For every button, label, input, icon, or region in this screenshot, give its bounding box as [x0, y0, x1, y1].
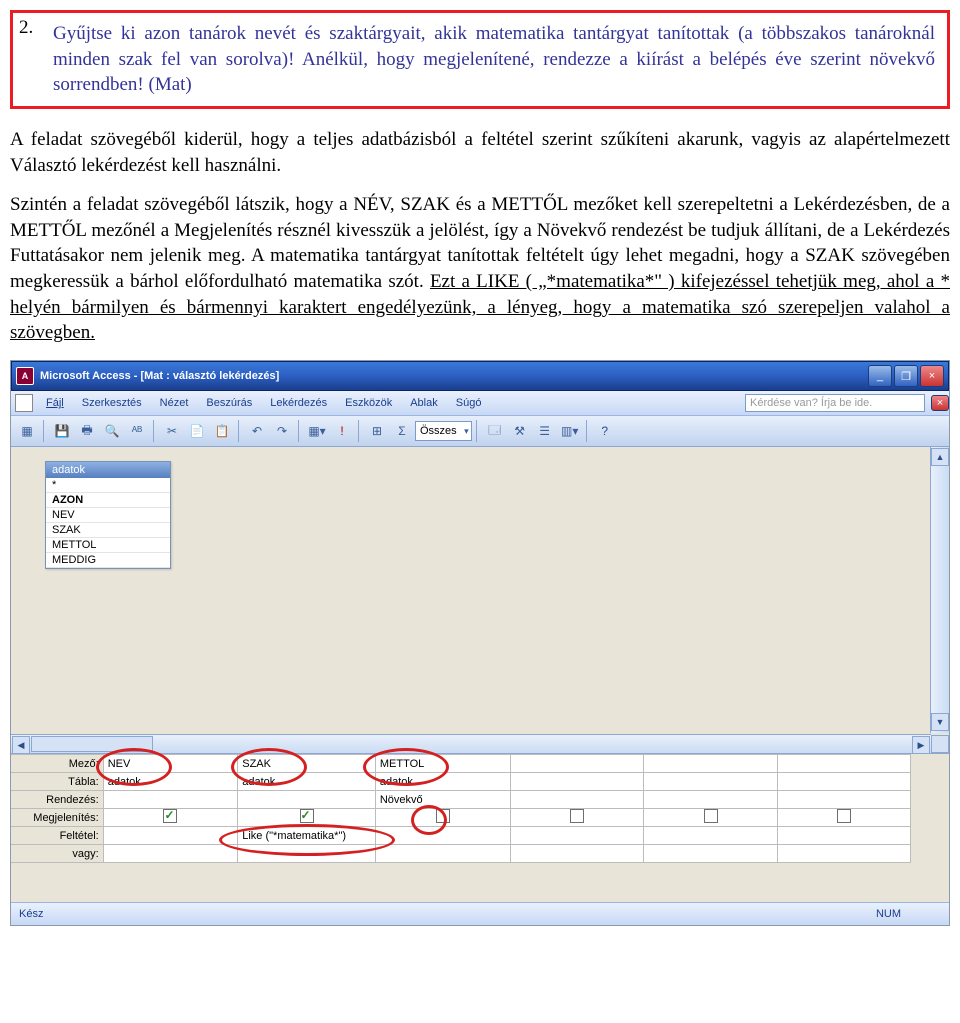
qbe-field-2[interactable]: SZAK [238, 755, 376, 773]
status-text: Kész [19, 908, 43, 920]
mdi-close-button[interactable]: × [931, 395, 949, 411]
qbe-sort-2[interactable] [238, 791, 376, 809]
qbe-crit-2[interactable]: Like ("*matematika*") [238, 827, 376, 845]
qbe-table-2[interactable]: adatok [238, 773, 376, 791]
task-box: 2. Gyűjtse ki azon tanárok nevét és szak… [10, 10, 950, 109]
totals-button[interactable]: Σ [390, 419, 414, 443]
qbe-table[interactable]: Mező: NEV SZAK METTOL Tábla: adatok adat… [11, 754, 911, 863]
status-bar: Kész NUM [11, 902, 949, 925]
newobj-button[interactable]: ▥▾ [558, 419, 582, 443]
checkbox-icon[interactable] [436, 809, 450, 823]
redo-button[interactable]: ↷ [270, 419, 294, 443]
qbe-field-3[interactable]: METTOL [375, 755, 510, 773]
qbe-table-1[interactable]: adatok [103, 773, 238, 791]
status-numlock: NUM [876, 908, 901, 920]
label-sort: Rendezés: [11, 791, 103, 809]
label-field: Mező: [11, 755, 103, 773]
qbe-table-3[interactable]: adatok [375, 773, 510, 791]
qbe-field-1[interactable]: NEV [103, 755, 238, 773]
field-nev[interactable]: NEV [46, 508, 170, 523]
help-button[interactable]: ? [593, 419, 617, 443]
field-azon[interactable]: AZON [46, 493, 170, 508]
close-button[interactable]: × [920, 365, 944, 387]
label-table: Tábla: [11, 773, 103, 791]
label-criteria: Feltétel: [11, 827, 103, 845]
help-search-input[interactable]: Kérdése van? Írja be ide. [745, 394, 925, 412]
run-button[interactable]: ! [330, 419, 354, 443]
menu-file[interactable]: Fájl [37, 397, 73, 409]
field-meddig[interactable]: MEDDIG [46, 553, 170, 568]
qbe-crit-1[interactable] [103, 827, 238, 845]
preview-button[interactable]: 🔍 [100, 419, 124, 443]
restore-button[interactable]: ❐ [894, 365, 918, 387]
menu-view[interactable]: Nézet [151, 397, 198, 409]
checkbox-icon[interactable] [704, 809, 718, 823]
qbe-sort-3[interactable]: Növekvő [375, 791, 510, 809]
scroll-up-icon[interactable]: ▲ [931, 448, 949, 466]
checkbox-icon[interactable] [300, 809, 314, 823]
task-number: 2. [19, 17, 33, 39]
window-title: Microsoft Access - [Mat : választó lekér… [40, 370, 868, 382]
vscrollbar-upper[interactable]: ▲ ▼ [930, 447, 949, 733]
scroll-corner [931, 735, 949, 753]
field-mettol[interactable]: METTOL [46, 538, 170, 553]
undo-button[interactable]: ↶ [245, 419, 269, 443]
scroll-right-icon[interactable]: ▶ [912, 736, 930, 754]
save-button[interactable]: 💾 [50, 419, 74, 443]
task-text: Gyűjtse ki azon tanárok nevét és szaktár… [53, 21, 935, 98]
minimize-button[interactable]: _ [868, 365, 892, 387]
label-or: vagy: [11, 845, 103, 863]
titlebar: A Microsoft Access - [Mat : választó lek… [11, 361, 949, 391]
qbe-show-2[interactable] [238, 809, 376, 827]
field-all[interactable]: * [46, 478, 170, 493]
menu-help[interactable]: Súgó [447, 397, 491, 409]
menu-insert[interactable]: Beszúrás [197, 397, 261, 409]
table-name: adatok [46, 462, 170, 478]
access-screenshot: A Microsoft Access - [Mat : választó lek… [10, 360, 950, 926]
dbwin-button[interactable]: ☰ [533, 419, 557, 443]
spelling-button[interactable]: ᴬᴮ [125, 419, 149, 443]
menu-window[interactable]: Ablak [401, 397, 447, 409]
menu-tools[interactable]: Eszközök [336, 397, 401, 409]
paragraph-2: Szintén a feladat szövegéből látszik, ho… [10, 192, 950, 346]
menu-query[interactable]: Lekérdezés [261, 397, 336, 409]
build-button[interactable]: ⚒ [508, 419, 532, 443]
toprows-combo[interactable]: Összes [415, 421, 472, 441]
qbe-crit-3[interactable] [375, 827, 510, 845]
menu-edit[interactable]: Szerkesztés [73, 397, 151, 409]
paste-button[interactable]: 📋 [210, 419, 234, 443]
hscrollbar-upper[interactable]: ◀ ▶ [11, 734, 931, 753]
qbe-sort-1[interactable] [103, 791, 238, 809]
label-show: Megjelenítés: [11, 809, 103, 827]
cut-button[interactable]: ✂ [160, 419, 184, 443]
query-design-upper: adatok * AZON NEV SZAK METTOL MEDDIG ▲ ▼… [11, 447, 949, 754]
mdi-icon [15, 394, 33, 412]
props-button[interactable]: 🗔 [483, 419, 507, 443]
menubar: Fájl Szerkesztés Nézet Beszúrás Lekérdez… [11, 391, 949, 416]
querytype-button[interactable]: ▦▾ [305, 419, 329, 443]
paragraph-1: A feladat szövegéből kiderül, hogy a tel… [10, 127, 950, 178]
qbe-show-1[interactable] [103, 809, 238, 827]
scroll-thumb[interactable] [31, 736, 153, 752]
print-button[interactable]: 🖶 [75, 419, 99, 443]
scroll-track[interactable] [31, 735, 911, 753]
scroll-left-icon[interactable]: ◀ [12, 736, 30, 754]
checkbox-icon[interactable] [570, 809, 584, 823]
table-fieldlist[interactable]: adatok * AZON NEV SZAK METTOL MEDDIG [45, 461, 171, 569]
access-icon: A [16, 367, 34, 385]
checkbox-icon[interactable] [163, 809, 177, 823]
checkbox-icon[interactable] [837, 809, 851, 823]
view-button[interactable]: ▦ [15, 419, 39, 443]
field-szak[interactable]: SZAK [46, 523, 170, 538]
scroll-down-icon[interactable]: ▼ [931, 713, 949, 731]
showtable-button[interactable]: ⊞ [365, 419, 389, 443]
copy-button[interactable]: 📄 [185, 419, 209, 443]
qbe-grid: Mező: NEV SZAK METTOL Tábla: adatok adat… [11, 754, 949, 902]
qbe-show-3[interactable] [375, 809, 510, 827]
toolbar: ▦ 💾 🖶 🔍 ᴬᴮ ✂ 📄 📋 ↶ ↷ ▦▾ ! ⊞ Σ Összes 🗔 ⚒… [11, 416, 949, 447]
